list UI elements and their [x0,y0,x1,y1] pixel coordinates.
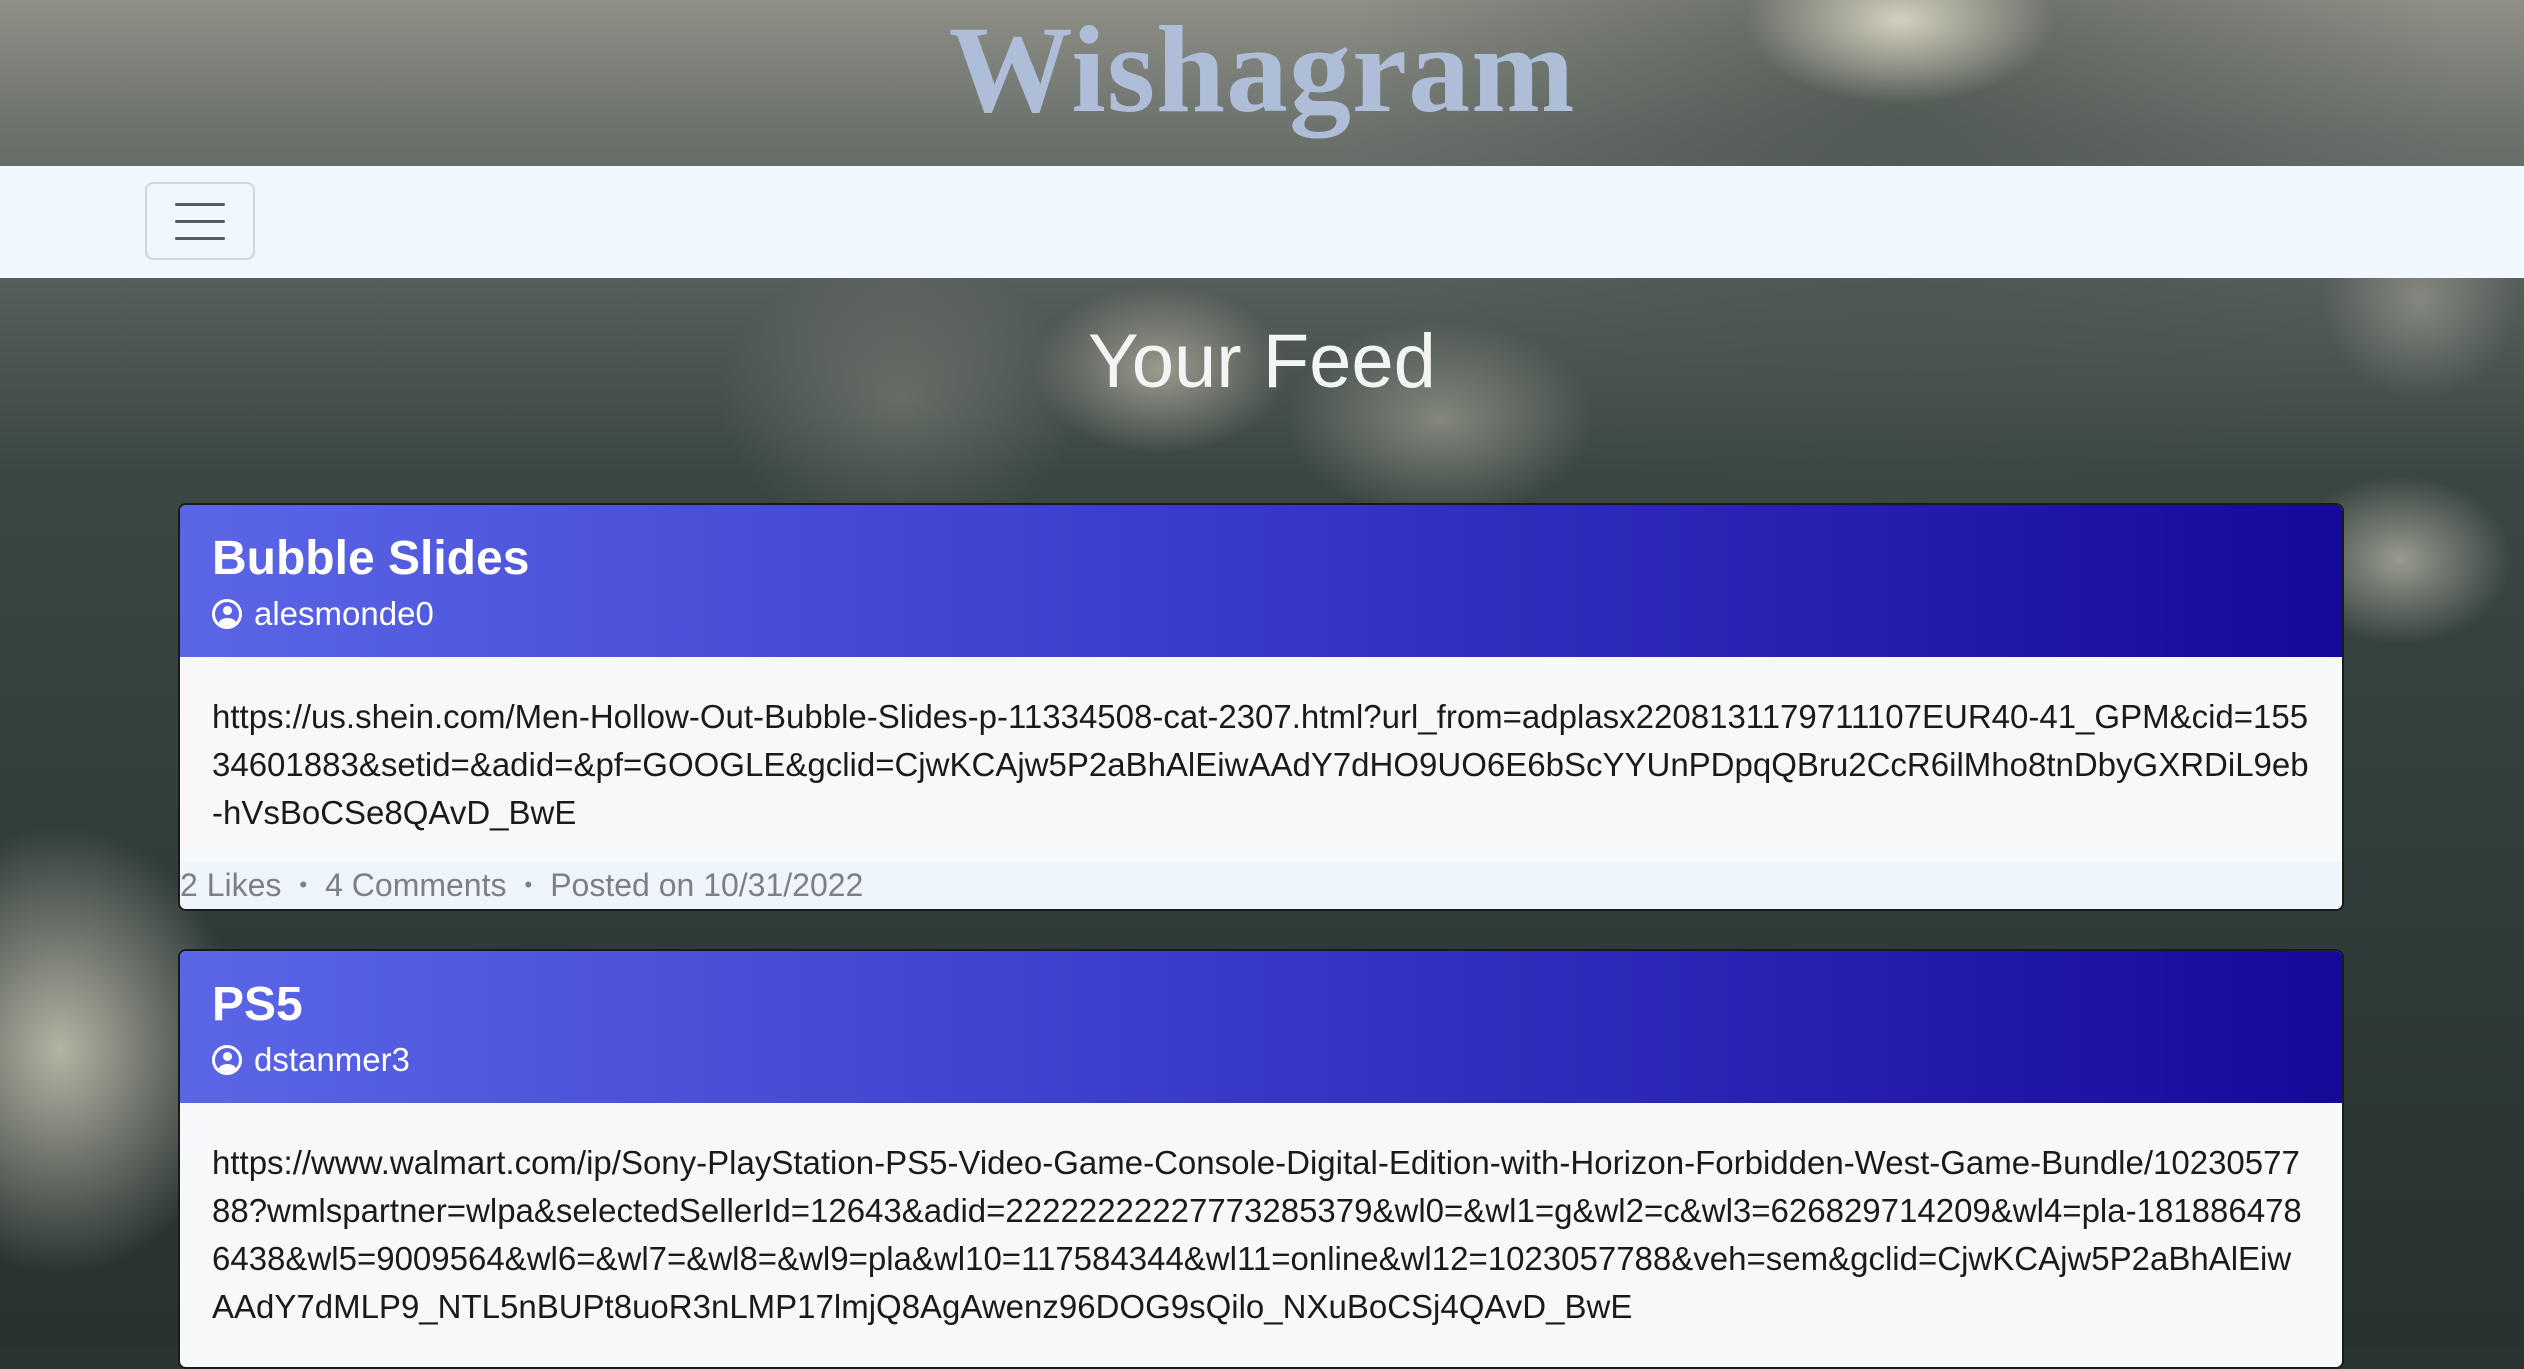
comments-count[interactable]: 4 Comments [325,867,506,904]
post-card-header: Bubble Slides alesmonde0 [180,505,2342,657]
post-card: PS5 dstanmer3 https://www.walmart.com/ip… [178,949,2344,1369]
post-url[interactable]: https://us.shein.com/Men-Hollow-Out-Bubb… [180,657,2342,861]
post-author: dstanmer3 [212,1041,2310,1079]
post-title[interactable]: Bubble Slides [212,529,2310,589]
site-header: Wishagram [0,0,2524,166]
separator-dot: • [299,872,308,897]
hamburger-icon [175,202,225,206]
post-card: Bubble Slides alesmonde0 https://us.shei… [178,503,2344,911]
hamburger-icon-line [175,219,225,223]
navbar [0,166,2524,278]
hamburger-icon-line [175,236,225,240]
user-circle-icon [212,1045,242,1075]
separator-dot: • [524,872,533,897]
post-author-name[interactable]: dstanmer3 [254,1041,410,1079]
posted-date: Posted on 10/31/2022 [550,866,864,903]
likes-count[interactable]: 2 Likes [180,867,281,904]
user-circle-icon [212,599,242,629]
post-author-name[interactable]: alesmonde0 [254,595,434,633]
post-author: alesmonde0 [212,595,2310,633]
brand-title[interactable]: Wishagram [949,0,1576,141]
page-title: Your Feed [1088,319,1436,404]
post-card-header: PS5 dstanmer3 [180,951,2342,1103]
post-url[interactable]: https://www.walmart.com/ip/Sony-PlayStat… [180,1103,2342,1355]
post-footer: 2 Likes • 4 Comments • Posted on 10/31/2… [180,861,2342,909]
post-title[interactable]: PS5 [212,975,2310,1035]
navbar-toggler-button[interactable] [145,182,255,260]
